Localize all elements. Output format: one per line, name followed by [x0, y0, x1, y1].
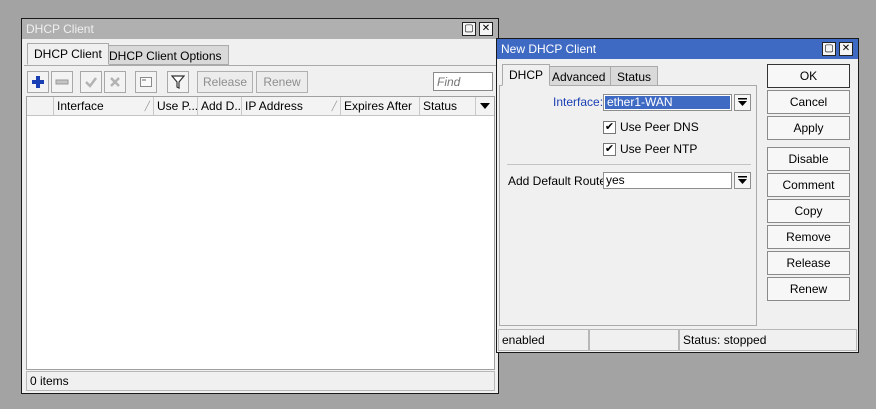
sort-icon: ╱: [144, 101, 150, 111]
comment-icon: [140, 77, 152, 87]
status-middle: [589, 329, 679, 351]
interface-value: ether1-WAN: [605, 96, 730, 109]
close-button[interactable]: ✕: [839, 42, 853, 56]
maximize-button[interactable]: ▢: [822, 42, 836, 56]
column-label: IP Address: [245, 99, 303, 113]
dialog-titlebar[interactable]: New DHCP Client: [497, 39, 858, 59]
dhcp-form-panel: Interface: ether1-WAN ✔ Use Peer DNS ✔ U…: [499, 85, 757, 326]
sort-icon: ╱: [331, 101, 337, 111]
add-icon: [32, 76, 44, 88]
checkmark-icon: ✔: [604, 143, 615, 155]
remove-button[interactable]: [51, 71, 73, 93]
maximize-button[interactable]: ▢: [462, 22, 476, 36]
chevron-down-icon: [480, 103, 490, 109]
column-header-interface[interactable]: Interface ╱: [54, 97, 154, 115]
comment-button[interactable]: [135, 71, 157, 93]
tab-advanced[interactable]: Advanced: [545, 66, 613, 86]
column-header-add-default[interactable]: Add D...: [198, 97, 242, 115]
filter-icon: [171, 75, 185, 89]
item-count: 0 items: [30, 374, 69, 388]
ok-button[interactable]: OK: [767, 64, 850, 88]
column-chooser-button[interactable]: [476, 97, 494, 115]
interface-select[interactable]: ether1-WAN: [603, 94, 732, 111]
add-default-route-label: Add Default Route:: [508, 174, 610, 188]
apply-button[interactable]: Apply: [767, 116, 850, 140]
maximize-icon: ▢: [824, 43, 834, 54]
maximize-icon: ▢: [464, 23, 474, 34]
cancel-button[interactable]: Cancel: [767, 90, 850, 114]
enable-button[interactable]: [80, 71, 102, 93]
dialog-status-bar: enabled Status: stopped: [498, 329, 857, 351]
enable-icon: [85, 77, 97, 88]
status-running: Status: stopped: [679, 329, 857, 351]
tab-dhcp-client-options[interactable]: DHCP Client Options: [102, 45, 229, 65]
column-header-status[interactable]: Status: [420, 97, 476, 115]
comment-button[interactable]: Comment: [767, 173, 850, 197]
checkmark-icon: ✔: [604, 121, 615, 133]
add-default-route-value: yes: [606, 173, 625, 187]
close-button[interactable]: ✕: [479, 22, 493, 36]
find-input[interactable]: [433, 72, 493, 91]
column-header-expires-after[interactable]: Expires After: [341, 97, 420, 115]
column-label: Interface: [57, 99, 104, 113]
dhcp-client-table[interactable]: Interface ╱ Use P... Add D... IP Address…: [26, 96, 495, 370]
use-peer-dns-label: Use Peer DNS: [620, 120, 699, 134]
filter-button[interactable]: [167, 71, 189, 93]
copy-button[interactable]: Copy: [767, 199, 850, 223]
dhcp-client-window-titlebar[interactable]: DHCP Client: [22, 19, 498, 39]
status-enabled: enabled: [498, 329, 589, 351]
release-button[interactable]: Release: [197, 71, 253, 93]
renew-button[interactable]: Renew: [767, 277, 850, 301]
column-header-use-peer[interactable]: Use P...: [154, 97, 198, 115]
interface-dropdown-button[interactable]: [734, 94, 751, 111]
chevron-down-icon: [738, 176, 747, 184]
renew-button[interactable]: Renew: [256, 71, 308, 93]
table-header: Interface ╱ Use P... Add D... IP Address…: [27, 97, 494, 116]
remove-icon: [55, 79, 69, 85]
dialog-title: New DHCP Client: [501, 42, 597, 56]
remove-button[interactable]: Remove: [767, 225, 850, 249]
use-peer-ntp-checkbox[interactable]: ✔: [603, 143, 616, 156]
tab-dhcp-client[interactable]: DHCP Client: [27, 43, 109, 65]
use-peer-ntp-label: Use Peer NTP: [620, 142, 698, 156]
use-peer-dns-checkbox[interactable]: ✔: [603, 121, 616, 134]
close-icon: ✕: [481, 23, 491, 34]
disable-icon: [110, 77, 120, 87]
tab-dhcp[interactable]: DHCP: [502, 64, 551, 86]
window-title: DHCP Client: [26, 22, 94, 36]
toolbar: Release Renew: [27, 71, 497, 93]
interface-label: Interface:: [553, 95, 604, 109]
tab-status[interactable]: Status: [610, 66, 659, 86]
add-default-route-select[interactable]: yes: [603, 172, 732, 189]
dhcp-client-window: DHCP Client ▢ ✕ DHCP Client DHCP Client …: [21, 18, 499, 394]
release-button[interactable]: Release: [767, 251, 850, 275]
column-header-ip-address[interactable]: IP Address ╱: [242, 97, 341, 115]
new-dhcp-client-dialog: New DHCP Client ▢ ✕ DHCP Advanced Status…: [496, 38, 859, 353]
form-separator: [507, 164, 751, 165]
add-default-route-dropdown-button[interactable]: [734, 172, 751, 189]
disable-button[interactable]: Disable: [767, 147, 850, 171]
disable-button[interactable]: [104, 71, 126, 93]
status-bar: 0 items: [26, 371, 495, 391]
add-button[interactable]: [27, 71, 49, 93]
chevron-down-icon: [738, 98, 747, 106]
column-header-flags[interactable]: [27, 97, 54, 115]
tab-underline: [24, 65, 496, 66]
close-icon: ✕: [841, 43, 851, 54]
